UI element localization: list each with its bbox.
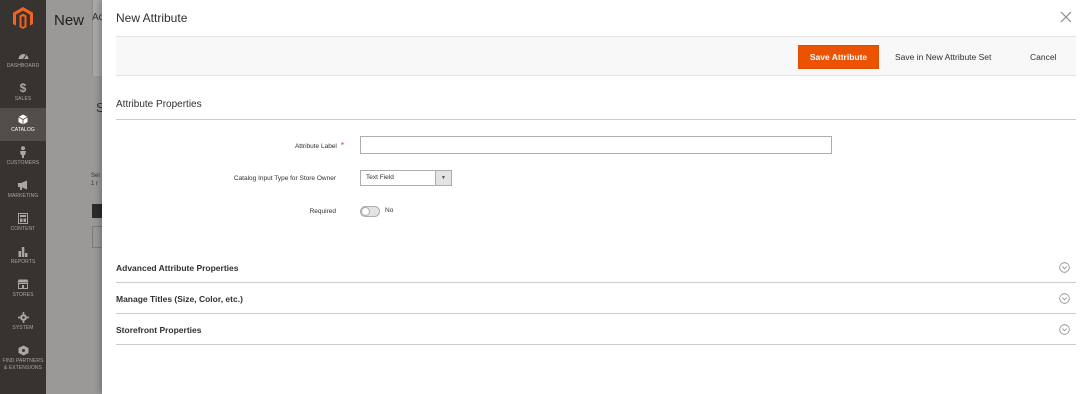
close-icon[interactable] bbox=[1060, 11, 1072, 23]
expand-circle-icon bbox=[1059, 293, 1070, 304]
required-toggle[interactable] bbox=[360, 206, 380, 217]
required-toggle-state: No bbox=[385, 207, 394, 214]
sidebar-item-label: FIND PARTNERS bbox=[2, 358, 44, 364]
toggle-knob bbox=[361, 207, 370, 216]
input-type-field-label: Catalog Input Type for Store Owner bbox=[233, 175, 336, 182]
attribute-label-text: Attribute Label bbox=[294, 143, 337, 150]
person-icon bbox=[0, 144, 46, 160]
gear-icon bbox=[0, 309, 46, 325]
sidebar-item-find-partners[interactable]: FIND PARTNERS & EXTENSIONS bbox=[0, 339, 46, 375]
layout-icon bbox=[0, 210, 46, 226]
magento-logo-icon[interactable] bbox=[12, 6, 34, 30]
sidebar-item-label: CATALOG bbox=[11, 127, 35, 133]
background-select-line2: 1 r bbox=[91, 181, 99, 187]
section-divider bbox=[116, 119, 1076, 120]
cancel-button[interactable]: Cancel bbox=[1030, 45, 1056, 69]
sidebar-item-label: CONTENT bbox=[10, 226, 36, 232]
expand-circle-icon bbox=[1059, 324, 1070, 335]
sidebar-item-content[interactable]: CONTENT bbox=[0, 207, 46, 240]
background-select-line1: Sel bbox=[91, 173, 100, 179]
dollar-icon: $ bbox=[19, 81, 27, 95]
background-dark-block bbox=[92, 204, 102, 218]
sidebar-item-label: SALES bbox=[14, 96, 32, 102]
background-page: New Ad S Sel 1 r bbox=[46, 0, 102, 394]
background-page-title: New bbox=[54, 12, 85, 29]
sidebar-item-customers[interactable]: CUSTOMERS bbox=[0, 141, 46, 174]
sidebar-item-label: & EXTENSIONS bbox=[3, 365, 43, 371]
sidebar-item-dashboard[interactable]: DASHBOARD bbox=[0, 44, 46, 77]
sidebar-item-label: CUSTOMERS bbox=[6, 160, 40, 166]
collapsible-title: Manage Titles (Size, Color, etc.) bbox=[116, 294, 243, 304]
sidebar-item-label: MARKETING bbox=[7, 193, 39, 199]
attribute-label-field-label: Attribute Label * bbox=[295, 141, 344, 150]
background-outline-block bbox=[92, 226, 102, 248]
box-icon bbox=[0, 342, 46, 358]
sidebar-item-catalog[interactable]: CATALOG bbox=[0, 108, 46, 141]
section-title: Attribute Properties bbox=[116, 99, 202, 110]
new-attribute-modal: New Attribute Save Attribute Save in New… bbox=[102, 0, 1080, 394]
sidebar-item-label: REPORTS bbox=[10, 259, 36, 265]
cube-icon bbox=[0, 111, 46, 127]
sidebar-item-label: SYSTEM bbox=[12, 325, 34, 331]
sidebar-item-label: DASHBOARD bbox=[6, 63, 40, 69]
save-attribute-button[interactable]: Save Attribute bbox=[798, 45, 879, 69]
megaphone-icon bbox=[0, 177, 46, 193]
storefront-properties-section[interactable]: Storefront Properties bbox=[116, 314, 1076, 345]
background-tab-fragment: Ad bbox=[92, 12, 102, 23]
sidebar-item-reports[interactable]: REPORTS bbox=[0, 240, 46, 273]
admin-sidebar: DASHBOARD $ SALES CATALOG CUSTOMERS MARK… bbox=[0, 0, 46, 394]
sidebar-item-label: STORES bbox=[12, 292, 34, 298]
required-asterisk: * bbox=[340, 141, 344, 150]
save-in-new-attribute-set-button[interactable]: Save in New Attribute Set bbox=[895, 45, 991, 69]
modal-title: New Attribute bbox=[116, 11, 188, 25]
bar-chart-icon bbox=[0, 243, 46, 259]
sidebar-item-sales[interactable]: $ SALES bbox=[0, 77, 46, 110]
input-type-selected-value: Text Field bbox=[366, 174, 394, 181]
collapsible-title: Storefront Properties bbox=[116, 325, 202, 335]
store-icon bbox=[0, 276, 46, 292]
modal-action-bar: Save Attribute Save in New Attribute Set… bbox=[116, 36, 1076, 76]
chevron-down-icon: ▼ bbox=[435, 171, 451, 185]
expand-circle-icon bbox=[1059, 262, 1070, 273]
advanced-attribute-properties-section[interactable]: Advanced Attribute Properties bbox=[116, 252, 1076, 283]
sidebar-item-marketing[interactable]: MARKETING bbox=[0, 174, 46, 207]
manage-titles-section[interactable]: Manage Titles (Size, Color, etc.) bbox=[116, 283, 1076, 314]
dashboard-icon bbox=[0, 47, 46, 63]
background-select-fragment: Sel 1 r bbox=[91, 172, 100, 188]
attribute-label-input[interactable] bbox=[360, 136, 832, 154]
input-type-select[interactable]: Text Field ▼ bbox=[360, 170, 452, 186]
sidebar-item-system[interactable]: SYSTEM bbox=[0, 306, 46, 339]
sidebar-item-stores[interactable]: STORES bbox=[0, 273, 46, 306]
collapsible-title: Advanced Attribute Properties bbox=[116, 263, 239, 273]
required-field-label: Required bbox=[309, 208, 336, 215]
